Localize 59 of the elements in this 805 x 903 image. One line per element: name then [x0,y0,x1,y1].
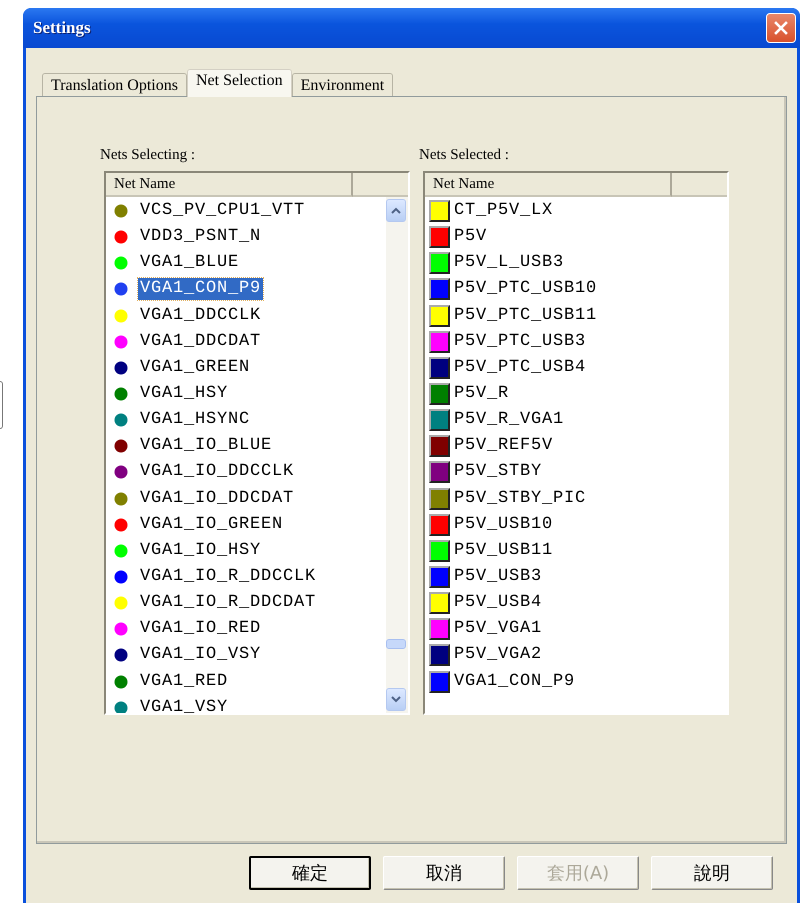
net-item[interactable]: P5V_VGA2 [452,644,544,666]
tab[interactable]: Environment [292,73,394,96]
net-item[interactable]: P5V_R_VGA1 [452,409,566,432]
net-item[interactable]: CT_P5V_LX [452,200,556,222]
net-item[interactable]: VDD3_PSNT_N [138,226,264,248]
close-button[interactable] [766,13,796,43]
scroll-up-button[interactable] [386,199,406,222]
scroll-down-button[interactable] [386,688,406,711]
net-item[interactable]: P5V_USB11 [452,540,556,562]
net-item[interactable]: VGA1_IO_DDCDAT [138,488,296,510]
scrollbar[interactable] [386,197,408,713]
window-edge [0,381,3,429]
net-item[interactable]: VGA1_CON_P9 [138,278,264,300]
net-item[interactable]: VCS_PV_CPU1_VTT [138,200,308,222]
close-icon [774,21,788,35]
net-list[interactable] [423,171,729,715]
net-item[interactable]: P5V_USB10 [452,514,556,536]
net-item[interactable]: VGA1_IO_GREEN [138,514,286,536]
chevron-up-icon [391,207,401,214]
net-item[interactable]: VGA1_IO_BLUE [138,435,274,458]
net-item[interactable]: VGA1_RED [138,670,230,693]
net-item[interactable]: VGA1_VSY [138,696,230,713]
net-item[interactable]: VGA1_IO_R_DDCDAT [138,592,318,614]
net-item[interactable]: P5V [452,226,490,248]
net-item[interactable]: P5V_PTC_USB11 [452,304,600,327]
chevron-down-icon [391,696,401,703]
net-item[interactable]: VGA1_BLUE [138,252,242,274]
net-item[interactable]: P5V_REF5V [452,435,556,458]
net-item[interactable]: VGA1_IO_RED [138,618,264,640]
list-label: Nets Selecting : [100,147,196,165]
net-item[interactable]: P5V_USB3 [452,566,544,588]
net-item[interactable]: VGA1_IO_HSY [138,540,264,562]
net-item[interactable]: P5V_PTC_USB3 [452,330,588,353]
dialog-button[interactable]: 取消 [383,856,505,890]
dialog-button[interactable]: 確定 [249,856,371,890]
net-item[interactable]: P5V_L_USB3 [452,252,566,274]
net-list[interactable] [104,171,410,715]
list-label: Nets Selected : [419,147,510,165]
tab[interactable]: Net Selection [186,69,292,97]
window-title: Settings [32,18,91,38]
tab[interactable]: Translation Options [42,73,187,96]
net-item[interactable]: VGA1_IO_R_DDCCLK [138,566,318,588]
net-item[interactable]: VGA1_IO_VSY [138,644,264,666]
net-item[interactable]: VGA1_HSYNC [138,409,252,432]
dialog-button[interactable]: 說明 [651,856,773,890]
net-item[interactable]: P5V_VGA1 [452,618,544,640]
net-item[interactable]: VGA1_IO_DDCCLK [138,461,296,484]
net-item[interactable]: P5V_R [452,383,512,406]
net-item[interactable]: VGA1_HSY [138,383,230,406]
net-item[interactable]: P5V_USB4 [452,592,544,614]
net-item[interactable]: VGA1_GREEN [138,356,252,379]
scroll-thumb[interactable] [386,639,406,649]
net-item[interactable]: P5V_PTC_USB4 [452,356,588,379]
net-item[interactable]: P5V_STBY_PIC [452,488,588,510]
net-item[interactable]: P5V_PTC_USB10 [452,278,600,300]
net-item[interactable]: P5V_STBY [452,461,544,484]
net-item[interactable]: VGA1_DDCDAT [138,330,264,353]
net-item[interactable]: VGA1_DDCCLK [138,304,264,327]
net-item[interactable]: VGA1_CON_P9 [452,670,578,693]
